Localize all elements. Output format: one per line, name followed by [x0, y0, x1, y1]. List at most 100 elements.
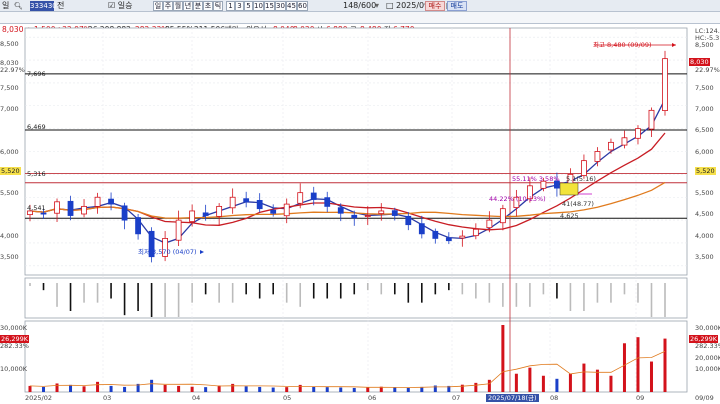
x-label-04: 04	[192, 394, 201, 402]
volume-bar	[190, 386, 194, 392]
indicator-bar	[42, 283, 45, 291]
indicator-bar	[299, 283, 302, 307]
right-tick-7000: 7,000	[695, 105, 714, 113]
x-label-09: 09	[636, 394, 645, 402]
indicator-bar	[83, 283, 85, 303]
volume-bar	[352, 387, 356, 392]
indicator-bar	[637, 283, 639, 303]
volume-bar	[96, 381, 100, 392]
indicator-bar	[664, 283, 666, 317]
candle-body	[229, 196, 236, 209]
volume-panel	[24, 320, 688, 393]
candle-body	[202, 212, 209, 216]
volume-bar	[109, 385, 113, 392]
candle-body	[256, 199, 263, 210]
volume-bar	[366, 387, 370, 392]
indicator-bar	[285, 283, 288, 303]
pct-annotation-5: 4,625	[560, 212, 579, 220]
left-tick-5000: 5,500	[0, 189, 19, 197]
left-tick-3500: 3,500	[0, 253, 19, 261]
candle-body	[581, 160, 587, 176]
candle-body	[135, 217, 141, 235]
volume-bar	[42, 386, 46, 392]
vol-left-pct: 282.33%	[0, 342, 29, 350]
left-tick-7000: 7,000	[0, 105, 19, 113]
candle-body	[378, 210, 385, 214]
indicator-bar	[69, 283, 72, 311]
indicator-bar	[258, 283, 261, 299]
candle-body	[486, 219, 493, 229]
volume-bar	[177, 385, 181, 392]
volume-bar	[406, 387, 410, 392]
volume-bar	[528, 367, 532, 392]
volume-bar	[622, 343, 626, 392]
candle-body	[364, 215, 371, 217]
indicator-bar	[29, 283, 31, 286]
left-5520-box: 5,520	[0, 167, 21, 175]
level-label-6469: 6,469	[27, 123, 46, 131]
volume-bar	[393, 387, 397, 392]
indicator-bar	[583, 283, 585, 311]
vol-right-tick-20000: 20,000K	[695, 354, 720, 362]
candle-body	[121, 205, 128, 221]
candle-body	[499, 208, 506, 224]
x-label-05: 05	[283, 394, 292, 402]
candle-body	[472, 228, 479, 237]
candle-body	[175, 219, 182, 241]
indicator-bar	[326, 283, 329, 299]
right-tick-6000: 6,000	[695, 148, 714, 156]
volume-bar	[69, 384, 73, 392]
indicator-bar	[515, 283, 518, 307]
volume-bar	[487, 379, 491, 392]
indicator-bar	[150, 283, 153, 317]
candle-body	[81, 205, 87, 215]
indicator-bar	[380, 283, 383, 295]
right-tick-7500: 7,500	[695, 84, 714, 92]
volume-bar	[636, 337, 640, 392]
right-current-pct: 22.97%	[695, 66, 720, 74]
indicator-bar	[623, 283, 626, 295]
indicator-bar	[353, 283, 356, 295]
vol-right-tick-30000: 30,000K	[695, 324, 720, 332]
stock-chart[interactable]	[0, 0, 720, 404]
volume-bar	[231, 383, 235, 392]
indicator-bar	[339, 283, 342, 299]
volume-bar	[433, 385, 437, 392]
indicator-bar	[475, 283, 477, 299]
volume-bar	[298, 384, 302, 392]
volume-bar	[150, 379, 154, 392]
vol-left-tick-10000: 10,000K	[0, 365, 28, 373]
volume-bar	[28, 385, 32, 392]
candle-body	[40, 212, 47, 215]
candle-body	[189, 210, 196, 222]
candle-body	[337, 207, 344, 214]
volume-bar	[514, 373, 518, 392]
candle-body	[54, 201, 60, 214]
indicator-bar	[272, 283, 274, 295]
indicator-bar	[556, 283, 558, 299]
right-tick-3500: 3,500	[695, 253, 714, 261]
right-tick-6500: 6,500	[695, 126, 714, 134]
candle-body	[662, 58, 668, 112]
indicator-bar	[164, 283, 166, 317]
indicator-bar	[610, 283, 612, 303]
candle-body	[216, 205, 223, 217]
volume-bar	[163, 384, 167, 392]
volume-bar	[312, 386, 316, 392]
volume-bar	[204, 387, 208, 392]
right-tick-8500: 8,500	[695, 41, 714, 49]
indicator-bar	[421, 283, 423, 303]
indicator-bar	[407, 283, 410, 303]
volume-bar	[258, 386, 262, 392]
volume-bar	[609, 375, 613, 392]
left-current-pct: 22.97%	[0, 66, 25, 74]
volume-bar	[244, 386, 248, 392]
volume-bar	[474, 382, 478, 392]
pct-annotation-3: 44.22% (10.13%)	[489, 195, 546, 203]
candle-body	[391, 210, 398, 216]
right-tick-4000: 4,000	[695, 232, 714, 240]
right-tick-4500: 4,500	[695, 210, 714, 218]
highlight-box	[559, 182, 579, 196]
candle-body	[418, 223, 425, 235]
volume-bar	[339, 387, 343, 392]
